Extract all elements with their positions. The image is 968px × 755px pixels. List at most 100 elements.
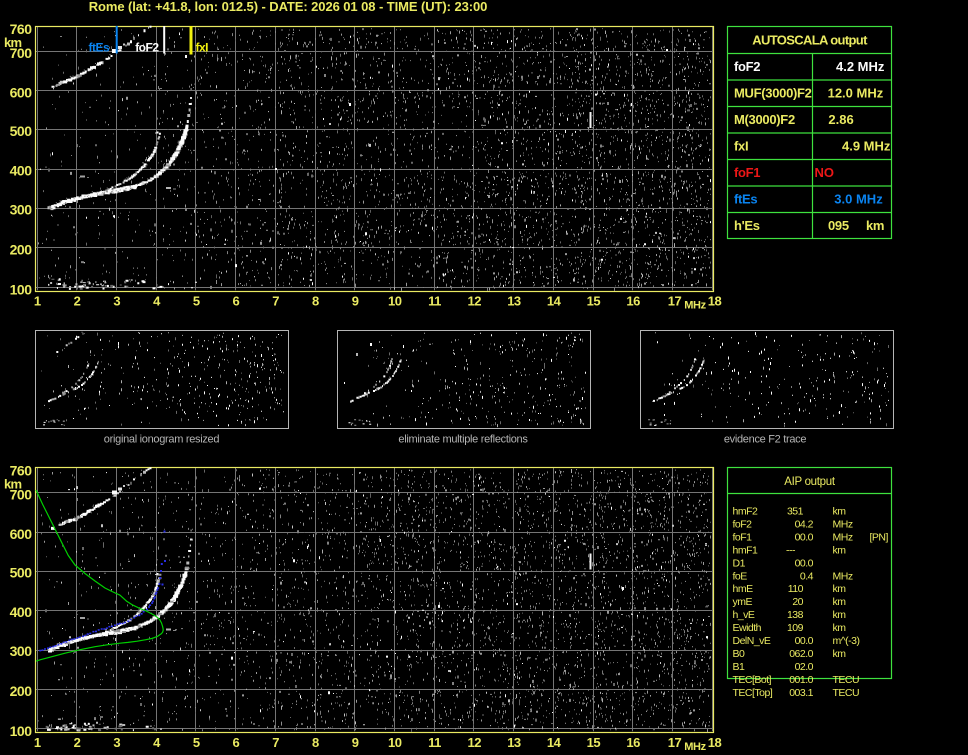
svg-text:02.0: 02.0 (795, 661, 814, 673)
svg-text:3.0 MHz: 3.0 MHz (834, 191, 883, 206)
svg-text:foE: foE (733, 570, 748, 582)
svg-text:4.2 MHz: 4.2 MHz (836, 59, 885, 74)
svg-text:km: km (833, 648, 847, 660)
svg-text:B0: B0 (733, 648, 746, 660)
svg-text:---: --- (786, 544, 796, 556)
svg-text:8: 8 (312, 735, 319, 750)
svg-text:17: 17 (668, 294, 682, 309)
svg-text:20: 20 (792, 596, 803, 608)
svg-text:0.4: 0.4 (800, 570, 814, 582)
svg-text:12.0 MHz: 12.0 MHz (828, 85, 884, 100)
svg-text:110: 110 (788, 583, 804, 595)
svg-text:11: 11 (428, 294, 441, 309)
svg-text:12: 12 (467, 735, 481, 750)
svg-text:2: 2 (74, 735, 81, 750)
svg-text:1: 1 (34, 294, 41, 309)
svg-text:001.0: 001.0 (789, 674, 813, 686)
svg-text:300: 300 (10, 202, 33, 218)
svg-text:100: 100 (10, 723, 33, 739)
svg-text:D1: D1 (733, 557, 746, 569)
svg-text:500: 500 (10, 565, 33, 581)
svg-text:300: 300 (10, 643, 33, 659)
svg-text:AIP output: AIP output (784, 476, 836, 488)
svg-text:17: 17 (668, 735, 682, 750)
svg-text:4.9 MHz: 4.9 MHz (842, 138, 891, 153)
svg-text:18: 18 (708, 735, 722, 750)
svg-text:13: 13 (507, 735, 521, 750)
svg-text:18: 18 (708, 294, 722, 309)
svg-text:1: 1 (34, 735, 41, 750)
svg-text:10: 10 (388, 294, 402, 309)
svg-text:400: 400 (10, 163, 33, 179)
svg-text:km: km (833, 609, 847, 621)
svg-text:7: 7 (272, 294, 279, 309)
svg-text:MHz: MHz (833, 518, 853, 530)
svg-text:AUTOSCALA output: AUTOSCALA output (752, 33, 868, 48)
svg-text:14: 14 (547, 294, 562, 309)
svg-text:DelN_vE: DelN_vE (733, 635, 771, 647)
svg-text:Ewidth: Ewidth (733, 622, 762, 634)
svg-text:eliminate multiple reflections: eliminate multiple reflections (398, 434, 528, 446)
svg-text:B1: B1 (733, 661, 746, 673)
svg-text:km: km (833, 622, 847, 634)
svg-text:3: 3 (113, 735, 120, 750)
svg-text:095: 095 (828, 218, 849, 233)
svg-text:ymE: ymE (733, 596, 753, 608)
svg-text:foF1: foF1 (733, 531, 753, 543)
svg-text:04.2: 04.2 (795, 518, 814, 530)
svg-text:6: 6 (233, 735, 240, 750)
svg-text:12: 12 (467, 294, 481, 309)
svg-text:hmF2: hmF2 (733, 506, 759, 518)
svg-text:16: 16 (626, 294, 640, 309)
svg-text:TEC[Bot]: TEC[Bot] (733, 674, 772, 686)
svg-text:h'Es: h'Es (734, 218, 760, 233)
svg-text:600: 600 (10, 526, 33, 542)
svg-text:15: 15 (587, 735, 601, 750)
svg-text:m^(-3): m^(-3) (833, 635, 860, 647)
svg-text:TECU: TECU (833, 674, 860, 686)
svg-text:MHz: MHz (684, 300, 706, 312)
svg-text:evidence F2 trace: evidence F2 trace (724, 434, 807, 446)
svg-text:2: 2 (74, 294, 81, 309)
svg-text:00.0: 00.0 (795, 557, 814, 569)
svg-text:ftEs: ftEs (734, 191, 757, 206)
svg-text:9: 9 (352, 735, 359, 750)
svg-text:3: 3 (113, 294, 120, 309)
svg-text:foF2: foF2 (733, 518, 753, 530)
svg-text:foF2: foF2 (734, 59, 760, 74)
svg-text:h_vE: h_vE (733, 609, 755, 621)
svg-text:100: 100 (10, 281, 33, 297)
svg-text:14: 14 (547, 735, 562, 750)
svg-text:MUF(3000)F2: MUF(3000)F2 (734, 85, 812, 100)
svg-text:9: 9 (352, 294, 359, 309)
svg-text:2.86: 2.86 (828, 112, 853, 127)
svg-text:003.1: 003.1 (789, 687, 813, 699)
svg-text:MHz: MHz (833, 531, 853, 543)
svg-text:hmE: hmE (733, 583, 754, 595)
svg-text:M(3000)F2: M(3000)F2 (734, 112, 795, 127)
svg-text:00.0: 00.0 (795, 635, 814, 647)
svg-text:fxI: fxI (734, 138, 748, 153)
svg-text:TEC[Top]: TEC[Top] (733, 687, 773, 699)
svg-text:351: 351 (787, 506, 804, 518)
svg-text:138: 138 (787, 609, 804, 621)
svg-text:ftEs: ftEs (89, 41, 110, 55)
svg-text:500: 500 (10, 123, 33, 139)
svg-text:109: 109 (787, 622, 804, 634)
svg-text:original ionogram resized: original ionogram resized (104, 434, 220, 446)
svg-text:MHz: MHz (833, 570, 853, 582)
svg-text:400: 400 (10, 604, 33, 620)
svg-text:200: 200 (10, 241, 33, 257)
svg-text:15: 15 (587, 294, 601, 309)
svg-text:00.0: 00.0 (795, 531, 814, 543)
svg-text:10: 10 (388, 735, 402, 750)
svg-text:MHz: MHz (684, 741, 706, 753)
svg-text:NO: NO (815, 165, 835, 180)
svg-text:700: 700 (10, 487, 33, 503)
svg-text:13: 13 (507, 294, 521, 309)
svg-text:km: km (833, 544, 847, 556)
svg-text:hmF1: hmF1 (733, 544, 759, 556)
svg-text:[PN]: [PN] (870, 531, 889, 543)
svg-text:foF1: foF1 (734, 165, 760, 180)
svg-text:600: 600 (10, 84, 33, 100)
